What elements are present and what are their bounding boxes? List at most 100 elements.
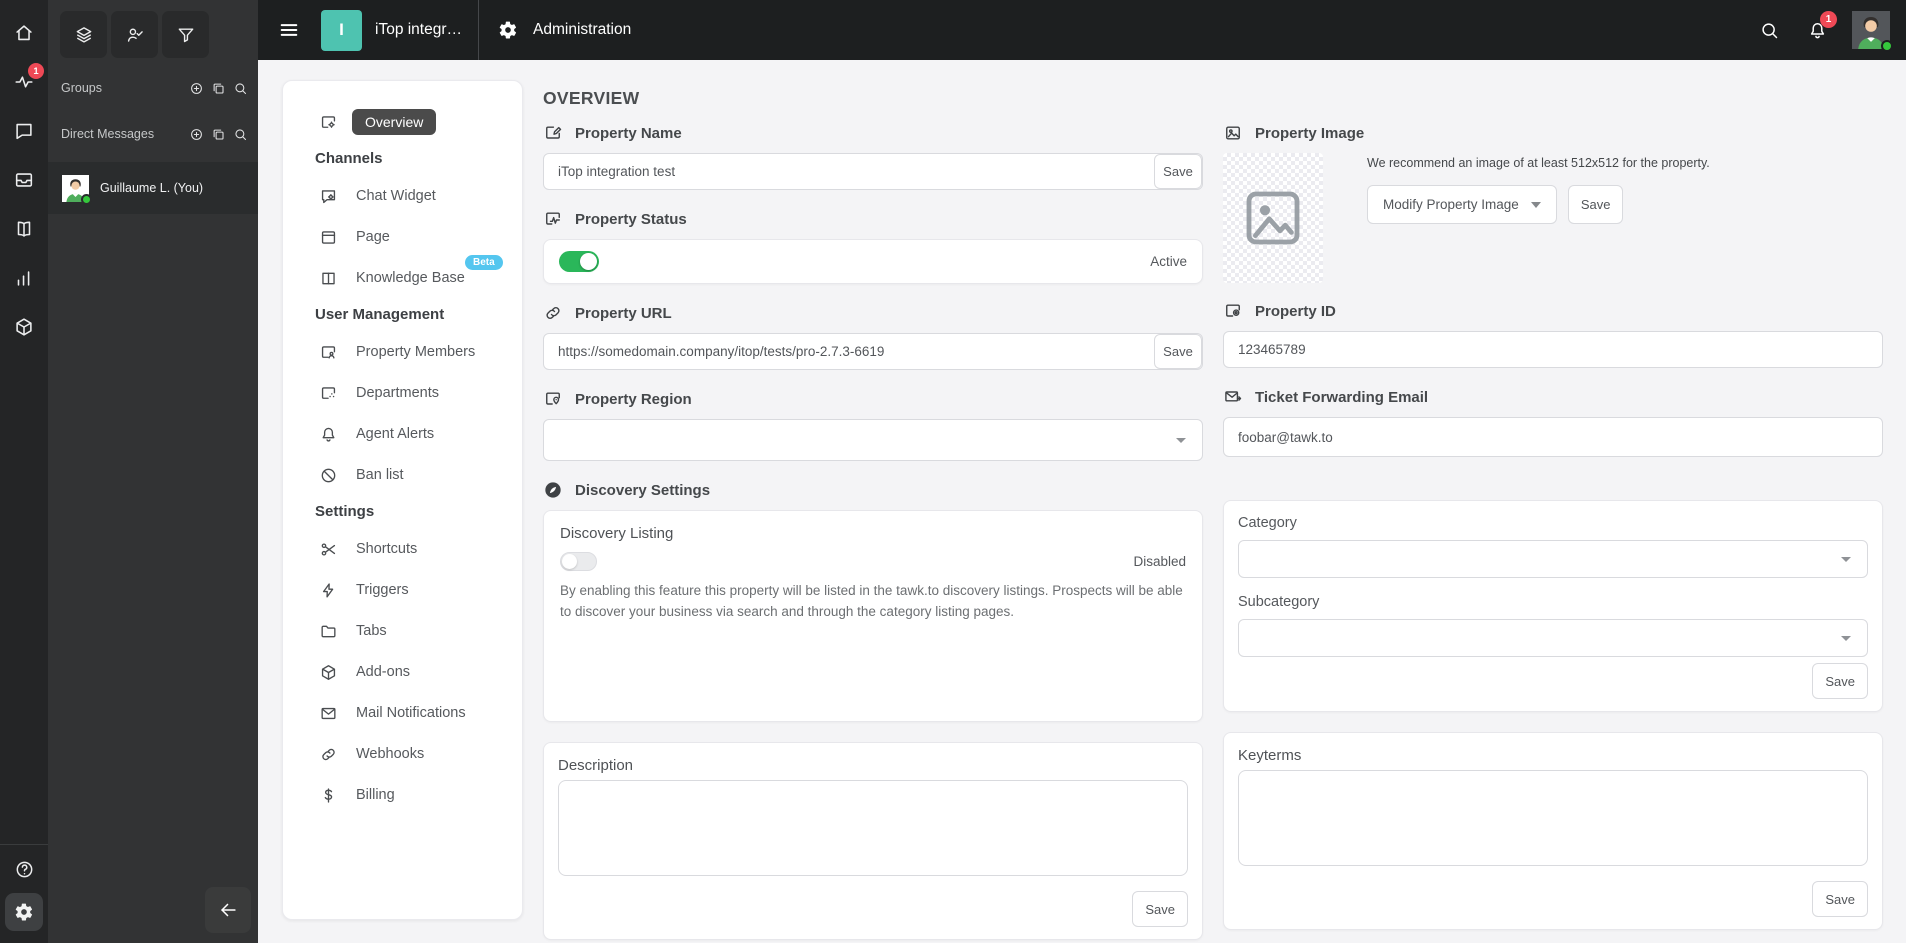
chats-icon[interactable]: [0, 120, 48, 142]
property-image-label-row: Property Image: [1223, 122, 1883, 144]
subcategory-label: Subcategory: [1238, 594, 1320, 610]
channels-button[interactable]: [60, 11, 107, 58]
nav-item-agent-alerts[interactable]: Agent Alerts: [283, 420, 522, 448]
section-label: Direct Messages: [61, 127, 155, 141]
filter-icon: [176, 25, 196, 45]
keyterms-textarea[interactable]: [1238, 770, 1868, 866]
nav-item-triggers[interactable]: Triggers: [283, 576, 522, 604]
property-title[interactable]: iTop integr…: [375, 21, 462, 39]
layers-icon: [74, 25, 94, 45]
property-url-save-button[interactable]: Save: [1154, 334, 1202, 369]
user-avatar[interactable]: [1852, 11, 1893, 52]
property-url-input[interactable]: [543, 333, 1203, 370]
section-label: Groups: [61, 81, 102, 95]
add-group-icon[interactable]: [189, 81, 204, 96]
reporting-icon[interactable]: [0, 267, 48, 289]
nav-item-mail-notifications[interactable]: Mail Notifications: [283, 699, 522, 727]
duplicate-group-icon[interactable]: [211, 81, 226, 96]
chevron-down-icon: [1841, 636, 1851, 641]
nav-item-shortcuts[interactable]: Shortcuts: [283, 535, 522, 563]
description-title: Description: [558, 757, 634, 774]
agents-button[interactable]: [111, 11, 158, 58]
hamburger-menu-icon[interactable]: [278, 19, 300, 41]
nav-header-channels: Channels: [315, 150, 383, 167]
property-status-state: Active: [1150, 254, 1187, 269]
rail-divider: [0, 844, 48, 845]
keyterms-save-button[interactable]: Save: [1812, 881, 1868, 917]
app-root: 1 Groups Direct Messages Guillaume L. (Yo…: [0, 0, 1906, 943]
nav-item-overview[interactable]: Overview: [283, 108, 522, 136]
knowledge-base-icon[interactable]: [0, 218, 48, 240]
chevron-down-icon: [1176, 438, 1186, 443]
home-icon[interactable]: [0, 22, 48, 44]
nav-item-label: Billing: [356, 787, 395, 803]
filters-button[interactable]: [162, 11, 209, 58]
nav-item-knowledge-base[interactable]: Knowledge Base Beta: [283, 255, 522, 292]
nav-item-label: Chat Widget: [356, 188, 436, 204]
property-name-save-button[interactable]: Save: [1154, 154, 1202, 189]
nav-item-chat-widget[interactable]: Chat Widget: [283, 182, 522, 210]
property-image-save-button[interactable]: Save: [1567, 185, 1624, 224]
property-region-label-row: Property Region: [543, 388, 1203, 410]
property-status-toggle[interactable]: [559, 251, 599, 272]
notifications-button[interactable]: 1: [1807, 10, 1837, 41]
modify-property-image-button[interactable]: Modify Property Image: [1367, 185, 1557, 224]
category-select[interactable]: [1238, 540, 1868, 578]
page-icon: [318, 228, 338, 247]
subcategory-select[interactable]: [1238, 619, 1868, 657]
discovery-listing-state: Disabled: [1133, 554, 1186, 569]
page-title: OVERVIEW: [543, 88, 640, 108]
ban-icon: [318, 466, 338, 485]
settings-nav: Overview Channels Chat Widget Page Knowledge…: [282, 80, 523, 920]
nav-item-page[interactable]: Page: [283, 223, 522, 251]
nav-header-user-management: User Management: [315, 306, 445, 323]
property-id-input[interactable]: [1223, 331, 1883, 368]
discovery-listing-toggle[interactable]: [560, 552, 597, 571]
nav-item-label: Mail Notifications: [356, 705, 466, 721]
description-card: Description Save: [543, 742, 1203, 940]
inbox-icon[interactable]: [0, 169, 48, 191]
nav-item-webhooks[interactable]: Webhooks: [283, 740, 522, 768]
property-id-row: [1223, 331, 1883, 368]
description-save-button[interactable]: Save: [1132, 891, 1188, 927]
nav-item-property-members[interactable]: Property Members: [283, 338, 522, 366]
monitoring-icon[interactable]: 1: [0, 63, 48, 93]
ticket-email-input[interactable]: [1223, 417, 1883, 457]
left-rail: 1: [0, 0, 48, 943]
collapse-sidebar-button[interactable]: [205, 887, 251, 933]
nav-item-ban-list[interactable]: Ban list: [283, 461, 522, 489]
search-icon[interactable]: [1759, 20, 1780, 41]
help-icon[interactable]: [14, 859, 35, 880]
nav-item-departments[interactable]: Departments: [283, 379, 522, 407]
nav-item-billing[interactable]: Billing: [283, 781, 522, 809]
category-label: Category: [1238, 515, 1297, 531]
search-groups-icon[interactable]: [233, 81, 248, 96]
property-name-input[interactable]: [543, 153, 1203, 190]
addons-icon[interactable]: [0, 316, 48, 338]
add-direct-message-icon[interactable]: [189, 127, 204, 142]
property-status-label-row: Property Status: [543, 208, 1203, 230]
property-name-label-row: Property Name: [543, 122, 1203, 144]
discovery-listing-description: By enabling this feature this property w…: [560, 583, 1183, 619]
nav-item-add-ons[interactable]: Add-ons: [283, 658, 522, 686]
nav-item-label: Ban list: [356, 467, 404, 483]
property-url-label-row: Property URL: [543, 302, 1203, 324]
property-avatar-chip[interactable]: I: [321, 9, 362, 51]
description-textarea[interactable]: [558, 780, 1188, 876]
nav-item-tabs[interactable]: Tabs: [283, 617, 522, 645]
content-area: Overview Channels Chat Widget Page Knowledge…: [258, 60, 1906, 943]
rail-bottom: [0, 844, 48, 931]
direct-messages-section-row: Direct Messages: [48, 122, 258, 146]
property-status-card: Active: [543, 239, 1203, 284]
property-url-row: Save: [543, 333, 1203, 370]
dm-user-row[interactable]: Guillaume L. (You): [48, 162, 258, 214]
search-direct-messages-icon[interactable]: [233, 127, 248, 142]
dollar-icon: [318, 786, 338, 805]
property-id-label-row: Property ID: [1223, 300, 1883, 322]
property-region-select[interactable]: [543, 419, 1203, 461]
category-save-button[interactable]: Save: [1812, 663, 1868, 699]
duplicate-direct-message-icon[interactable]: [211, 127, 226, 142]
image-placeholder-icon: [1241, 186, 1305, 250]
administration-gear-icon[interactable]: [5, 893, 43, 931]
unread-count-badge: 1: [28, 63, 44, 79]
